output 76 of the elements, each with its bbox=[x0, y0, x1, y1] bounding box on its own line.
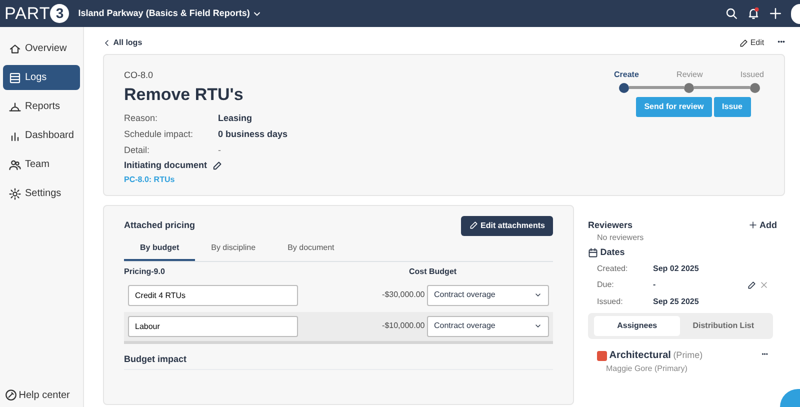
close-icon[interactable] bbox=[760, 280, 768, 289]
back-link[interactable]: All logs bbox=[103, 37, 142, 49]
tab[interactable]: By budget bbox=[124, 238, 196, 261]
tab[interactable]: By discipline bbox=[195, 238, 272, 261]
tab[interactable]: Assignees bbox=[594, 316, 680, 336]
sidebar-item[interactable]: Overview bbox=[3, 36, 80, 61]
name-field[interactable]: Credit 4 RTUs bbox=[128, 284, 298, 306]
date-value: Sep 25 2025 bbox=[653, 296, 699, 308]
project-selector[interactable]: Island Parkway (Basics & Field Reports) bbox=[78, 6, 262, 20]
pencil-icon bbox=[469, 221, 478, 230]
date-label: Issued: bbox=[597, 296, 624, 308]
sidebar-item[interactable]: Team bbox=[3, 152, 80, 177]
field-label: Reason: bbox=[124, 112, 159, 125]
person-name: Maggie Gore bbox=[606, 363, 652, 375]
plus-icon[interactable] bbox=[769, 7, 782, 20]
empty-text: No reviewers bbox=[597, 232, 645, 244]
role-text: (Prime) bbox=[673, 348, 703, 362]
column-header: Cost bbox=[408, 266, 427, 278]
list-icon bbox=[9, 72, 21, 84]
section-title: Budget impact bbox=[124, 352, 553, 370]
people-icon bbox=[9, 158, 21, 170]
avatar-icon[interactable] bbox=[791, 4, 800, 24]
record-title: Remove RTU's bbox=[124, 84, 244, 106]
step-label: Issued bbox=[740, 68, 764, 80]
column-header: Budget bbox=[429, 266, 458, 278]
chevron-down-icon bbox=[534, 291, 542, 299]
home-icon bbox=[9, 42, 21, 54]
sidebar-item[interactable]: Settings bbox=[3, 181, 80, 206]
bar-chart-icon bbox=[9, 130, 21, 142]
logo-text: PART bbox=[4, 2, 50, 25]
progress-line bbox=[628, 86, 684, 90]
record-code: CO-8.0 bbox=[124, 68, 154, 82]
sidebar-item[interactable]: Logs bbox=[3, 65, 80, 90]
bell-icon[interactable] bbox=[747, 7, 760, 20]
pencil-icon[interactable] bbox=[212, 161, 222, 171]
section-title: Attached pricing bbox=[124, 218, 196, 232]
cost-text: -$10,000.00 bbox=[382, 320, 425, 332]
plus-icon bbox=[749, 221, 758, 230]
calendar-icon bbox=[588, 248, 598, 258]
sidebar-item[interactable]: Reports bbox=[3, 94, 80, 119]
name-field[interactable]: Labour bbox=[128, 316, 298, 337]
date-value: Sep 02 2025 bbox=[653, 263, 699, 275]
help-link[interactable]: Help center bbox=[0, 388, 83, 402]
field-label: Detail: bbox=[124, 144, 151, 156]
tab[interactable]: Distribution List bbox=[680, 316, 766, 336]
budget-select[interactable]: Contract overage bbox=[427, 284, 549, 306]
tab[interactable]: By document bbox=[272, 238, 350, 261]
settings-icon bbox=[9, 188, 21, 200]
step-label: Review bbox=[676, 68, 703, 80]
column-header: Pricing-9.0 bbox=[124, 266, 166, 278]
step-label: Create bbox=[614, 68, 639, 80]
date-label: Due: bbox=[597, 279, 615, 292]
edit-attachments-button[interactable]: Edit attachments bbox=[461, 216, 553, 236]
date-value: - bbox=[653, 279, 656, 292]
add-link[interactable]: Add bbox=[749, 218, 777, 232]
field-value: 0 business days bbox=[218, 128, 288, 141]
field-value: Leasing bbox=[218, 112, 252, 125]
assignee-name: Architectural bbox=[609, 349, 671, 363]
section-title: Dates bbox=[600, 246, 625, 260]
chevron-down-icon bbox=[534, 322, 542, 330]
logo-mark: 3 bbox=[50, 4, 70, 23]
section-label: Initiating document bbox=[124, 159, 207, 172]
role-text: (Primary) bbox=[654, 363, 688, 375]
pencil-icon bbox=[739, 38, 748, 48]
field-value: - bbox=[218, 144, 221, 156]
cost-text: -$30,000.00 bbox=[382, 289, 425, 301]
date-label: Created: bbox=[597, 263, 629, 275]
section-title: Reviewers bbox=[588, 218, 633, 232]
budget-select[interactable]: Contract overage bbox=[427, 316, 549, 337]
search-icon[interactable] bbox=[725, 7, 738, 20]
field-label: Schedule impact: bbox=[124, 128, 194, 141]
sidebar-item[interactable]: Dashboard bbox=[3, 123, 80, 148]
progress-line bbox=[694, 86, 750, 90]
pencil-icon[interactable] bbox=[746, 280, 756, 290]
edit-link[interactable]: Edit bbox=[739, 37, 764, 49]
chevron-left-icon bbox=[103, 39, 111, 47]
